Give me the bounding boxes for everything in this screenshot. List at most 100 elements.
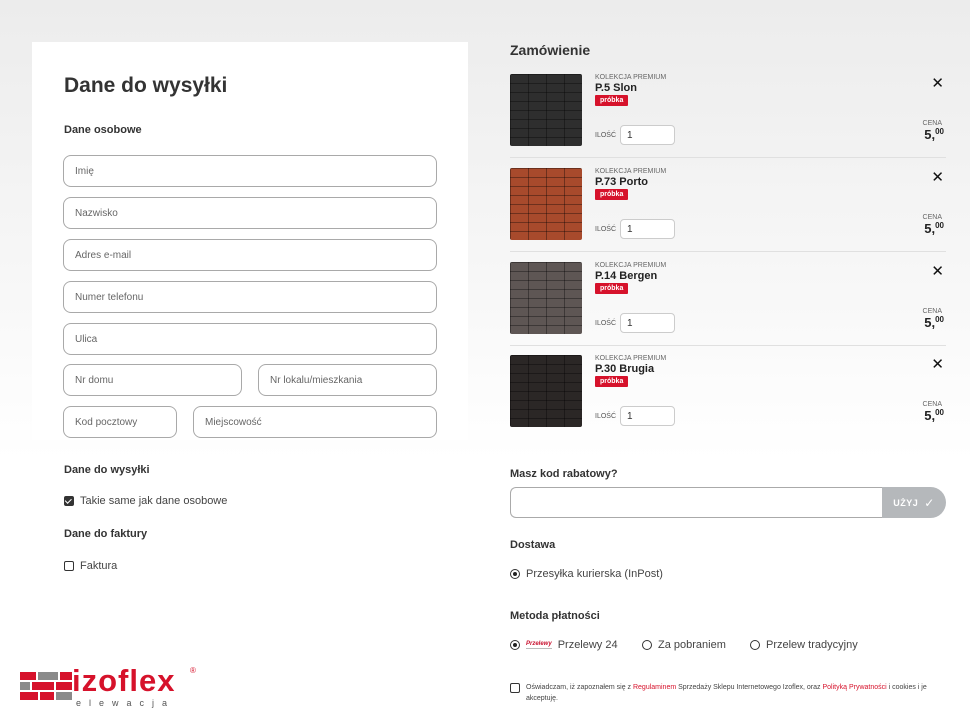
item-divider: [510, 251, 946, 252]
apply-coupon-label: UŻYJ: [893, 497, 919, 508]
quantity-label: ILOŚĆ: [595, 320, 617, 327]
invoice-label: Faktura: [80, 560, 118, 572]
product-thumbnail: [510, 262, 582, 334]
same-as-personal-checkbox[interactable]: [64, 496, 74, 506]
email-input[interactable]: [63, 239, 437, 271]
remove-item-icon[interactable]: ✕: [931, 262, 944, 280]
apartment-number-input[interactable]: [258, 364, 437, 396]
delivery-option-inpost[interactable]: Przesyłka kurierska (InPost): [510, 568, 663, 580]
order-item: KOLEKCJA PREMIUM P.30 Brugia próbka ✕ IL…: [510, 355, 946, 447]
sample-badge: próbka: [595, 95, 629, 106]
payment-option-label: Przelewy 24: [557, 639, 618, 651]
product-name: P.5 Slon: [595, 82, 637, 94]
price-integer: 5,: [924, 221, 936, 236]
terms-consent: Oświadczam, iż zapoznałem się z Regulami…: [510, 682, 940, 704]
delivery-radio[interactable]: [510, 569, 520, 579]
item-divider: [510, 345, 946, 346]
item-price: 5,00: [924, 221, 944, 236]
terms-link[interactable]: Regulaminem: [633, 684, 676, 691]
payment-radio-transfer[interactable]: [750, 640, 760, 650]
quantity-input[interactable]: [620, 313, 675, 333]
price-label: CENA: [922, 214, 942, 221]
trademark-symbol: ®: [190, 666, 196, 675]
coupon-question: Masz kod rabatowy?: [510, 468, 618, 480]
checkmark-icon: ✓: [924, 495, 935, 510]
price-decimal: 00: [935, 408, 944, 417]
price-integer: 5,: [924, 408, 936, 423]
payment-option-label: Za pobraniem: [658, 639, 726, 651]
sample-badge: próbka: [595, 189, 629, 200]
delivery-option-label: Przesyłka kurierska (InPost): [526, 568, 663, 580]
consent-text-part: Sprzedaży Sklepu Internetowego Izoflex, …: [676, 684, 823, 691]
remove-item-icon[interactable]: ✕: [931, 355, 944, 373]
remove-item-icon[interactable]: ✕: [931, 74, 944, 92]
order-title: Zamówienie: [510, 42, 591, 58]
personal-section-label: Dane osobowe: [64, 124, 142, 136]
quantity-input[interactable]: [620, 125, 675, 145]
price-decimal: 00: [935, 127, 944, 136]
price-label: CENA: [922, 308, 942, 315]
sample-badge: próbka: [595, 376, 629, 387]
product-collection: KOLEKCJA PREMIUM: [595, 74, 667, 81]
phone-input[interactable]: [63, 281, 437, 313]
payment-option-cod[interactable]: Za pobraniem: [642, 639, 726, 651]
city-input[interactable]: [193, 406, 437, 438]
item-price: 5,00: [924, 315, 944, 330]
coupon-input[interactable]: [510, 487, 883, 518]
order-item: KOLEKCJA PREMIUM P.5 Slon próbka ✕ ILOŚĆ…: [510, 74, 946, 166]
price-label: CENA: [922, 401, 942, 408]
payment-option-label: Przelew tradycyjny: [766, 639, 858, 651]
quantity-input[interactable]: [620, 219, 675, 239]
same-as-personal-label: Takie same jak dane osobowe: [80, 495, 228, 507]
invoice-checkbox[interactable]: [64, 561, 74, 571]
delivery-title: Dostawa: [510, 539, 556, 551]
quantity-label: ILOŚĆ: [595, 132, 617, 139]
house-number-input[interactable]: [63, 364, 242, 396]
form-title: Dane do wysyłki: [64, 74, 228, 97]
product-thumbnail: [510, 168, 582, 240]
invoice-row[interactable]: Faktura: [64, 560, 117, 572]
shipping-form-card: Dane do wysyłki Dane osobowe: [32, 42, 468, 440]
order-item: KOLEKCJA PREMIUM P.73 Porto próbka ✕ ILO…: [510, 168, 946, 260]
product-collection: KOLEKCJA PREMIUM: [595, 355, 667, 362]
privacy-policy-link[interactable]: Polityką Prywatności: [822, 684, 886, 691]
shipping-section-label: Dane do wysyłki: [64, 464, 150, 476]
product-thumbnail: [510, 355, 582, 427]
item-price: 5,00: [924, 127, 944, 142]
item-divider: [510, 157, 946, 158]
quantity-input[interactable]: [620, 406, 675, 426]
terms-consent-checkbox[interactable]: [510, 683, 520, 693]
order-item: KOLEKCJA PREMIUM P.14 Bergen próbka ✕ IL…: [510, 262, 946, 354]
same-as-personal-row[interactable]: Takie same jak dane osobowe: [64, 495, 227, 507]
product-thumbnail: [510, 74, 582, 146]
sample-badge: próbka: [595, 283, 629, 294]
price-integer: 5,: [924, 315, 936, 330]
product-name: P.73 Porto: [595, 176, 648, 188]
payment-radio-p24[interactable]: [510, 640, 520, 650]
first-name-input[interactable]: [63, 155, 437, 187]
product-collection: KOLEKCJA PREMIUM: [595, 262, 667, 269]
izoflex-logo[interactable]: izoflex ® elewacja: [20, 663, 210, 717]
postal-code-input[interactable]: [63, 406, 177, 438]
payment-radio-cod[interactable]: [642, 640, 652, 650]
product-name: P.30 Brugia: [595, 363, 655, 375]
price-decimal: 00: [935, 221, 944, 230]
apply-coupon-button[interactable]: UŻYJ ✓: [882, 487, 946, 518]
price-decimal: 00: [935, 315, 944, 324]
quantity-label: ILOŚĆ: [595, 413, 617, 420]
payment-option-transfer[interactable]: Przelew tradycyjny: [750, 639, 858, 651]
payment-option-p24[interactable]: Przelewy Przelewy 24: [510, 639, 618, 651]
quantity-label: ILOŚĆ: [595, 226, 617, 233]
price-integer: 5,: [924, 127, 936, 142]
price-label: CENA: [922, 120, 942, 127]
product-name: P.14 Bergen: [595, 270, 658, 282]
logo-text: izoflex: [72, 663, 176, 698]
terms-consent-text: Oświadczam, iż zapoznałem się z Regulami…: [526, 682, 936, 704]
last-name-input[interactable]: [63, 197, 437, 229]
street-input[interactable]: [63, 323, 437, 355]
product-collection: KOLEKCJA PREMIUM: [595, 168, 667, 175]
invoice-section-label: Dane do faktury: [64, 528, 148, 540]
payment-title: Metoda płatności: [510, 610, 600, 622]
logo-subtext: elewacja: [76, 698, 176, 708]
remove-item-icon[interactable]: ✕: [931, 168, 944, 186]
